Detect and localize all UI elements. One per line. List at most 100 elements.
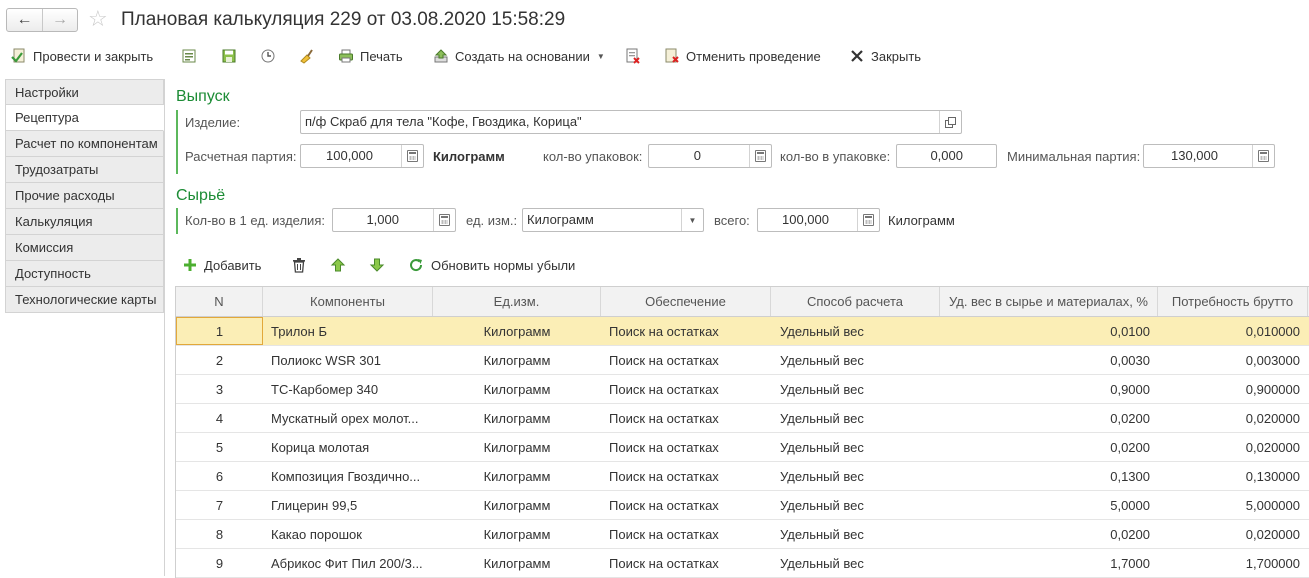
nav-item-other-expenses[interactable]: Прочие расходы xyxy=(5,183,164,209)
nav-item-components-calc[interactable]: Расчет по компонентам xyxy=(5,131,164,157)
move-up-button[interactable] xyxy=(330,255,346,275)
table-row[interactable]: 7 Глицерин 99,5 Килограмм Поиск на остат… xyxy=(176,491,1309,520)
cell-n[interactable]: 3 xyxy=(176,375,263,403)
cell-weight-share[interactable]: 0,0200 xyxy=(940,404,1158,432)
cell-calc-method[interactable]: Удельный вес xyxy=(771,549,940,577)
cell-calc-method[interactable]: Удельный вес xyxy=(771,462,940,490)
cell-calc-method[interactable]: Удельный вес xyxy=(771,433,940,461)
cell-weight-share[interactable]: 5,0000 xyxy=(940,491,1158,519)
cell-unit[interactable]: Килограмм xyxy=(433,404,601,432)
save-button[interactable] xyxy=(221,44,243,68)
calculator-icon[interactable] xyxy=(401,145,423,167)
cell-calc-method[interactable]: Удельный вес xyxy=(771,520,940,548)
cell-component[interactable]: Композиция Гвоздично... xyxy=(263,462,433,490)
table-row[interactable]: 8 Какао порошок Килограмм Поиск на остат… xyxy=(176,520,1309,549)
delete-row-button[interactable] xyxy=(291,255,307,275)
cell-provision[interactable]: Поиск на остатках xyxy=(601,317,771,345)
delete-mark-button[interactable] xyxy=(625,44,647,68)
nav-item-tech-cards[interactable]: Технологические карты xyxy=(5,287,164,313)
packs-count-field[interactable]: 0 xyxy=(648,144,772,168)
cell-provision[interactable]: Поиск на остатках xyxy=(601,433,771,461)
refresh-loss-norms-button[interactable]: Обновить нормы убыли xyxy=(408,255,575,275)
cell-weight-share[interactable]: 0,0200 xyxy=(940,520,1158,548)
print-button[interactable]: Печать xyxy=(338,44,403,68)
cell-n[interactable]: 1 xyxy=(176,317,263,345)
cell-provision[interactable]: Поиск на остатках xyxy=(601,346,771,374)
nav-item-availability[interactable]: Доступность xyxy=(5,261,164,287)
nav-item-commission[interactable]: Комиссия xyxy=(5,235,164,261)
cell-gross-need[interactable]: 0,003000 xyxy=(1158,346,1308,374)
cell-calc-method[interactable]: Удельный вес xyxy=(771,346,940,374)
cell-provision[interactable]: Поиск на остатках xyxy=(601,404,771,432)
cell-n[interactable]: 6 xyxy=(176,462,263,490)
cell-n[interactable]: 8 xyxy=(176,520,263,548)
cell-weight-share[interactable]: 0,0030 xyxy=(940,346,1158,374)
header-unit[interactable]: Ед.изм. xyxy=(433,287,601,316)
forward-arrow-icon[interactable]: → xyxy=(41,9,77,31)
total-field[interactable]: 100,000 xyxy=(757,208,880,232)
cell-component[interactable]: Абрикос Фит Пил 200/3... xyxy=(263,549,433,577)
header-calc-method[interactable]: Способ расчета xyxy=(771,287,940,316)
cell-component[interactable]: Какао порошок xyxy=(263,520,433,548)
table-row[interactable]: 9 Абрикос Фит Пил 200/3... Килограмм Пои… xyxy=(176,549,1309,578)
cell-unit[interactable]: Килограмм xyxy=(433,549,601,577)
history-button[interactable] xyxy=(260,44,282,68)
cell-component[interactable]: Трилон Б xyxy=(263,317,433,345)
cell-unit[interactable]: Килограмм xyxy=(433,462,601,490)
cell-calc-method[interactable]: Удельный вес xyxy=(771,404,940,432)
cell-unit[interactable]: Килограмм xyxy=(433,346,601,374)
product-field[interactable]: п/ф Скраб для тела "Кофе, Гвоздика, Кори… xyxy=(300,110,962,134)
cell-calc-method[interactable]: Удельный вес xyxy=(771,491,940,519)
header-n[interactable]: N xyxy=(176,287,263,316)
cell-provision[interactable]: Поиск на остатках xyxy=(601,462,771,490)
cell-component[interactable]: Мускатный орех молот... xyxy=(263,404,433,432)
table-row[interactable]: 5 Корица молотая Килограмм Поиск на оста… xyxy=(176,433,1309,462)
tasks-button[interactable] xyxy=(298,44,320,68)
table-row[interactable]: 6 Композиция Гвоздично... Килограмм Поис… xyxy=(176,462,1309,491)
open-icon[interactable] xyxy=(939,111,961,133)
cell-unit[interactable]: Килограмм xyxy=(433,433,601,461)
post-and-close-button[interactable]: Провести и закрыть xyxy=(11,44,153,68)
favorite-star-icon[interactable]: ☆ xyxy=(88,7,108,31)
cell-weight-share[interactable]: 0,1300 xyxy=(940,462,1158,490)
calculator-icon[interactable] xyxy=(749,145,771,167)
cell-gross-need[interactable]: 5,000000 xyxy=(1158,491,1308,519)
cell-gross-need[interactable]: 0,020000 xyxy=(1158,520,1308,548)
calculator-icon[interactable] xyxy=(857,209,879,231)
table-row[interactable]: 3 ТС-Карбомер 340 Килограмм Поиск на ост… xyxy=(176,375,1309,404)
calculator-icon[interactable] xyxy=(433,209,455,231)
cell-weight-share[interactable]: 0,9000 xyxy=(940,375,1158,403)
cell-weight-share[interactable]: 0,0200 xyxy=(940,433,1158,461)
cell-n[interactable]: 2 xyxy=(176,346,263,374)
batch-field[interactable]: 100,000 xyxy=(300,144,424,168)
unit-select[interactable]: Килограмм ▼ xyxy=(522,208,704,232)
header-components[interactable]: Компоненты xyxy=(263,287,433,316)
cell-calc-method[interactable]: Удельный вес xyxy=(771,317,940,345)
cancel-posting-button[interactable]: Отменить проведение xyxy=(664,44,821,68)
cell-n[interactable]: 7 xyxy=(176,491,263,519)
min-batch-field[interactable]: 130,000 xyxy=(1143,144,1275,168)
cell-n[interactable]: 9 xyxy=(176,549,263,577)
cell-gross-need[interactable]: 0,020000 xyxy=(1158,404,1308,432)
cell-gross-need[interactable]: 0,010000 xyxy=(1158,317,1308,345)
edit-structure-button[interactable] xyxy=(181,44,203,68)
move-down-button[interactable] xyxy=(369,255,385,275)
cell-unit[interactable]: Килограмм xyxy=(433,491,601,519)
nav-item-calculation[interactable]: Калькуляция xyxy=(5,209,164,235)
nav-item-settings[interactable]: Настройки xyxy=(5,79,164,105)
cell-weight-share[interactable]: 0,0100 xyxy=(940,317,1158,345)
cell-gross-need[interactable]: 1,700000 xyxy=(1158,549,1308,577)
nav-item-recipe[interactable]: Рецептура xyxy=(5,105,164,131)
table-row[interactable]: 1 Трилон Б Килограмм Поиск на остатках У… xyxy=(176,317,1309,346)
header-provision[interactable]: Обеспечение xyxy=(601,287,771,316)
cell-gross-need[interactable]: 0,020000 xyxy=(1158,433,1308,461)
per-pack-field[interactable]: 0,000 xyxy=(896,144,997,168)
header-gross-need[interactable]: Потребность брутто xyxy=(1158,287,1308,316)
table-row[interactable]: 4 Мускатный орех молот... Килограмм Поис… xyxy=(176,404,1309,433)
cell-component[interactable]: ТС-Карбомер 340 xyxy=(263,375,433,403)
close-button[interactable]: Закрыть xyxy=(849,44,921,68)
qty-per-unit-field[interactable]: 1,000 xyxy=(332,208,456,232)
cell-gross-need[interactable]: 0,900000 xyxy=(1158,375,1308,403)
chevron-down-icon[interactable]: ▼ xyxy=(681,209,703,231)
table-row[interactable]: 2 Полиокс WSR 301 Килограмм Поиск на ост… xyxy=(176,346,1309,375)
